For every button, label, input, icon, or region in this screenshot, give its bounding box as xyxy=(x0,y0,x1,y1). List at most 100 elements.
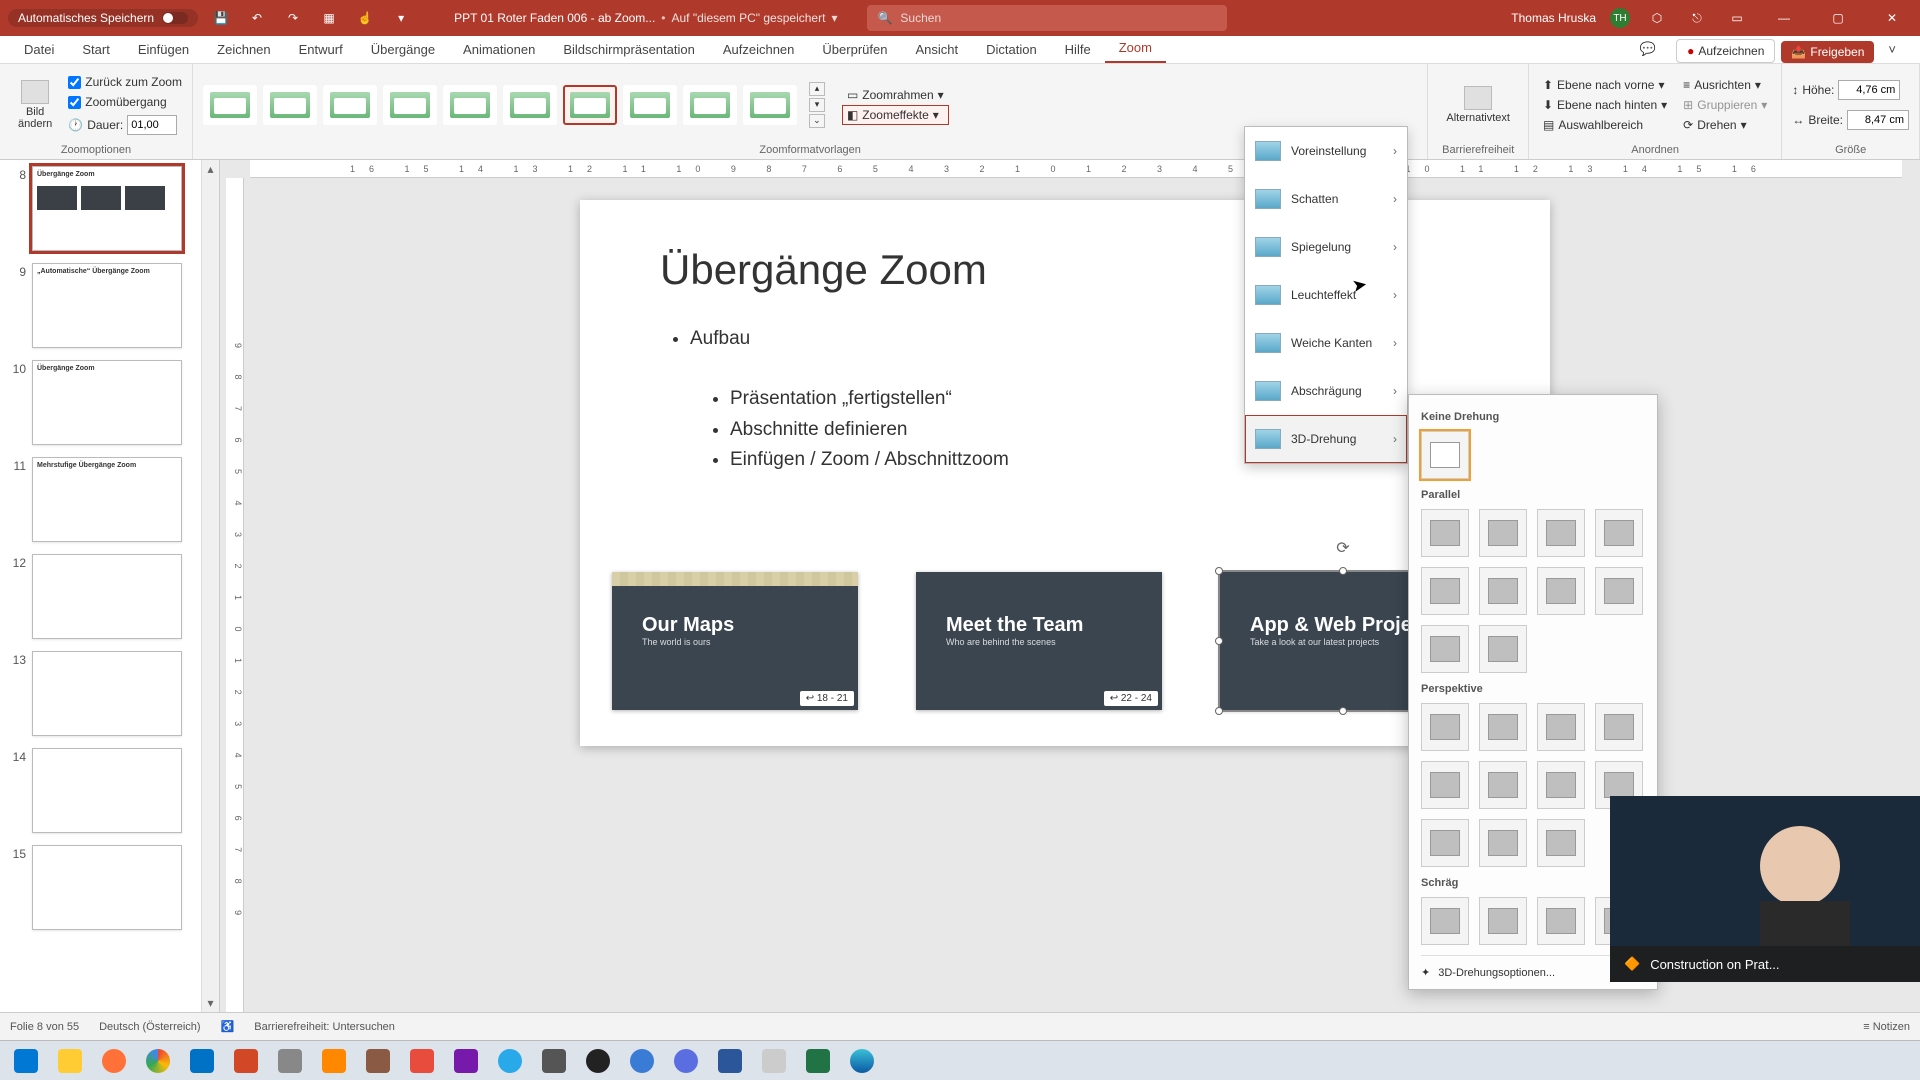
rotate-handle-icon[interactable]: ⟳ xyxy=(1336,538,1349,558)
slide-editor[interactable]: 16 15 14 13 12 11 10 9 8 7 6 5 4 3 2 1 0… xyxy=(220,160,1920,1012)
coming-soon-icon[interactable]: ⬡ xyxy=(1644,5,1670,31)
duration-input[interactable] xyxy=(127,115,177,135)
present-icon[interactable]: ▦ xyxy=(316,5,342,31)
sel-handle[interactable] xyxy=(1339,707,1347,715)
status-slide[interactable]: Folie 8 von 55 xyxy=(10,1021,79,1033)
height-field[interactable]: ↕ Höhe: xyxy=(1792,80,1909,100)
bring-forward[interactable]: ⬆ Ebene nach vorne ▾ xyxy=(1539,76,1671,94)
fx-3d-rotation[interactable]: 3D-Drehung› xyxy=(1245,415,1407,463)
outlook-icon[interactable] xyxy=(182,1045,222,1077)
style-8[interactable] xyxy=(623,85,677,125)
onenote-icon[interactable] xyxy=(446,1045,486,1077)
style-2[interactable] xyxy=(263,85,317,125)
rot-persp-6[interactable] xyxy=(1479,761,1527,809)
record-button[interactable]: ●Aufzeichnen xyxy=(1676,39,1775,63)
rot-obl-2[interactable] xyxy=(1479,897,1527,945)
rot-para-10[interactable] xyxy=(1479,625,1527,673)
zoom-effects-button[interactable]: ◧ Zoomeffekte ▾ xyxy=(843,106,948,124)
rot-para-1[interactable] xyxy=(1421,509,1469,557)
save-icon[interactable]: 💾 xyxy=(208,5,234,31)
fx-preset[interactable]: Voreinstellung› xyxy=(1245,127,1407,175)
rot-persp-10[interactable] xyxy=(1479,819,1527,867)
rot-para-5[interactable] xyxy=(1421,567,1469,615)
close-button[interactable]: ✕ xyxy=(1872,0,1912,36)
thumb-13[interactable]: 13 xyxy=(8,651,201,736)
rot-persp-2[interactable] xyxy=(1479,703,1527,751)
firefox-icon[interactable] xyxy=(94,1045,134,1077)
rot-para-9[interactable] xyxy=(1421,625,1469,673)
sel-handle[interactable] xyxy=(1339,567,1347,575)
rot-para-3[interactable] xyxy=(1537,509,1585,557)
width-input[interactable] xyxy=(1847,110,1909,130)
fx-bevel[interactable]: Abschrägung› xyxy=(1245,367,1407,415)
maximize-button[interactable]: ▢ xyxy=(1818,0,1858,36)
edge-icon[interactable] xyxy=(842,1045,882,1077)
rot-persp-4[interactable] xyxy=(1595,703,1643,751)
fx-glow[interactable]: Leuchteffekt› xyxy=(1245,271,1407,319)
rot-para-4[interactable] xyxy=(1595,509,1643,557)
gallery-up-icon[interactable]: ▴ xyxy=(809,82,825,96)
redo-icon[interactable]: ↷ xyxy=(280,5,306,31)
share-button[interactable]: 📤Freigeben xyxy=(1781,41,1874,63)
obs-icon[interactable] xyxy=(578,1045,618,1077)
rot-obl-3[interactable] xyxy=(1537,897,1585,945)
tab-transitions[interactable]: Übergänge xyxy=(357,36,449,63)
undo-icon[interactable]: ↶ xyxy=(244,5,270,31)
tab-design[interactable]: Entwurf xyxy=(285,36,357,63)
app-icon-3[interactable] xyxy=(402,1045,442,1077)
selection-pane[interactable]: ▤ Auswahlbereich xyxy=(1539,116,1671,134)
rot-obl-1[interactable] xyxy=(1421,897,1469,945)
fx-soft-edges[interactable]: Weiche Kanten› xyxy=(1245,319,1407,367)
thumb-9[interactable]: 9„Automatische“ Übergänge Zoom xyxy=(8,263,201,348)
powerpoint-icon[interactable] xyxy=(226,1045,266,1077)
rot-para-7[interactable] xyxy=(1537,567,1585,615)
style-1[interactable] xyxy=(203,85,257,125)
tab-record[interactable]: Aufzeichnen xyxy=(709,36,809,63)
autosave-toggle[interactable]: Automatisches Speichern xyxy=(8,9,198,27)
status-lang[interactable]: Deutsch (Österreich) xyxy=(99,1021,200,1033)
zoom-transition-check[interactable]: Zoomübergang xyxy=(68,95,182,109)
tab-review[interactable]: Überprüfen xyxy=(808,36,901,63)
notification-toast[interactable]: 🔶 Construction on Prat... xyxy=(1610,946,1920,982)
rot-persp-11[interactable] xyxy=(1537,819,1585,867)
align-button[interactable]: ≡ Ausrichten ▾ xyxy=(1679,76,1771,94)
user-name[interactable]: Thomas Hruska xyxy=(1511,11,1596,25)
rot-persp-9[interactable] xyxy=(1421,819,1469,867)
tab-slideshow[interactable]: Bildschirmpräsentation xyxy=(549,36,709,63)
app-icon-6[interactable] xyxy=(666,1045,706,1077)
change-image-button[interactable]: Bild ändern xyxy=(10,76,60,134)
minimize-button[interactable]: — xyxy=(1764,0,1804,36)
width-field[interactable]: ↔ Breite: xyxy=(1792,110,1909,130)
thumb-12[interactable]: 12 xyxy=(8,554,201,639)
excel-icon[interactable] xyxy=(798,1045,838,1077)
tab-help[interactable]: Hilfe xyxy=(1051,36,1105,63)
comments-button[interactable]: 💬 xyxy=(1626,35,1670,63)
rot-persp-5[interactable] xyxy=(1421,761,1469,809)
search-input[interactable]: 🔍 Suchen xyxy=(867,5,1227,31)
zoom-card-2[interactable]: Meet the Team Who are behind the scenes … xyxy=(916,572,1162,710)
vlc-icon[interactable] xyxy=(314,1045,354,1077)
explorer-icon[interactable] xyxy=(50,1045,90,1077)
fx-reflection[interactable]: Spiegelung› xyxy=(1245,223,1407,271)
thumbs-scrollbar[interactable]: ▴▾ xyxy=(201,160,219,1012)
chrome-icon[interactable] xyxy=(138,1045,178,1077)
height-input[interactable] xyxy=(1838,80,1900,100)
app-icon-5[interactable] xyxy=(622,1045,662,1077)
tab-insert[interactable]: Einfügen xyxy=(124,36,203,63)
start-button[interactable] xyxy=(6,1045,46,1077)
tab-draw[interactable]: Zeichnen xyxy=(203,36,284,63)
telegram-icon[interactable] xyxy=(490,1045,530,1077)
document-title[interactable]: PPT 01 Roter Faden 006 - ab Zoom... • Au… xyxy=(454,11,837,25)
app-icon-7[interactable] xyxy=(754,1045,794,1077)
sel-handle[interactable] xyxy=(1215,707,1223,715)
rot-para-2[interactable] xyxy=(1479,509,1527,557)
window-icon[interactable]: ▭ xyxy=(1724,5,1750,31)
thumb-10[interactable]: 10Übergänge Zoom xyxy=(8,360,201,445)
status-access[interactable]: Barrierefreiheit: Untersuchen xyxy=(254,1021,395,1033)
rotate-button[interactable]: ⟳ Drehen ▾ xyxy=(1679,116,1771,134)
tab-home[interactable]: Start xyxy=(68,36,123,63)
app-icon[interactable] xyxy=(270,1045,310,1077)
alt-text-button[interactable]: Alternativtext xyxy=(1438,82,1518,128)
ribbon-chevron-icon[interactable]: ˅ xyxy=(1874,36,1910,63)
qat-more-icon[interactable]: ▾ xyxy=(388,5,414,31)
